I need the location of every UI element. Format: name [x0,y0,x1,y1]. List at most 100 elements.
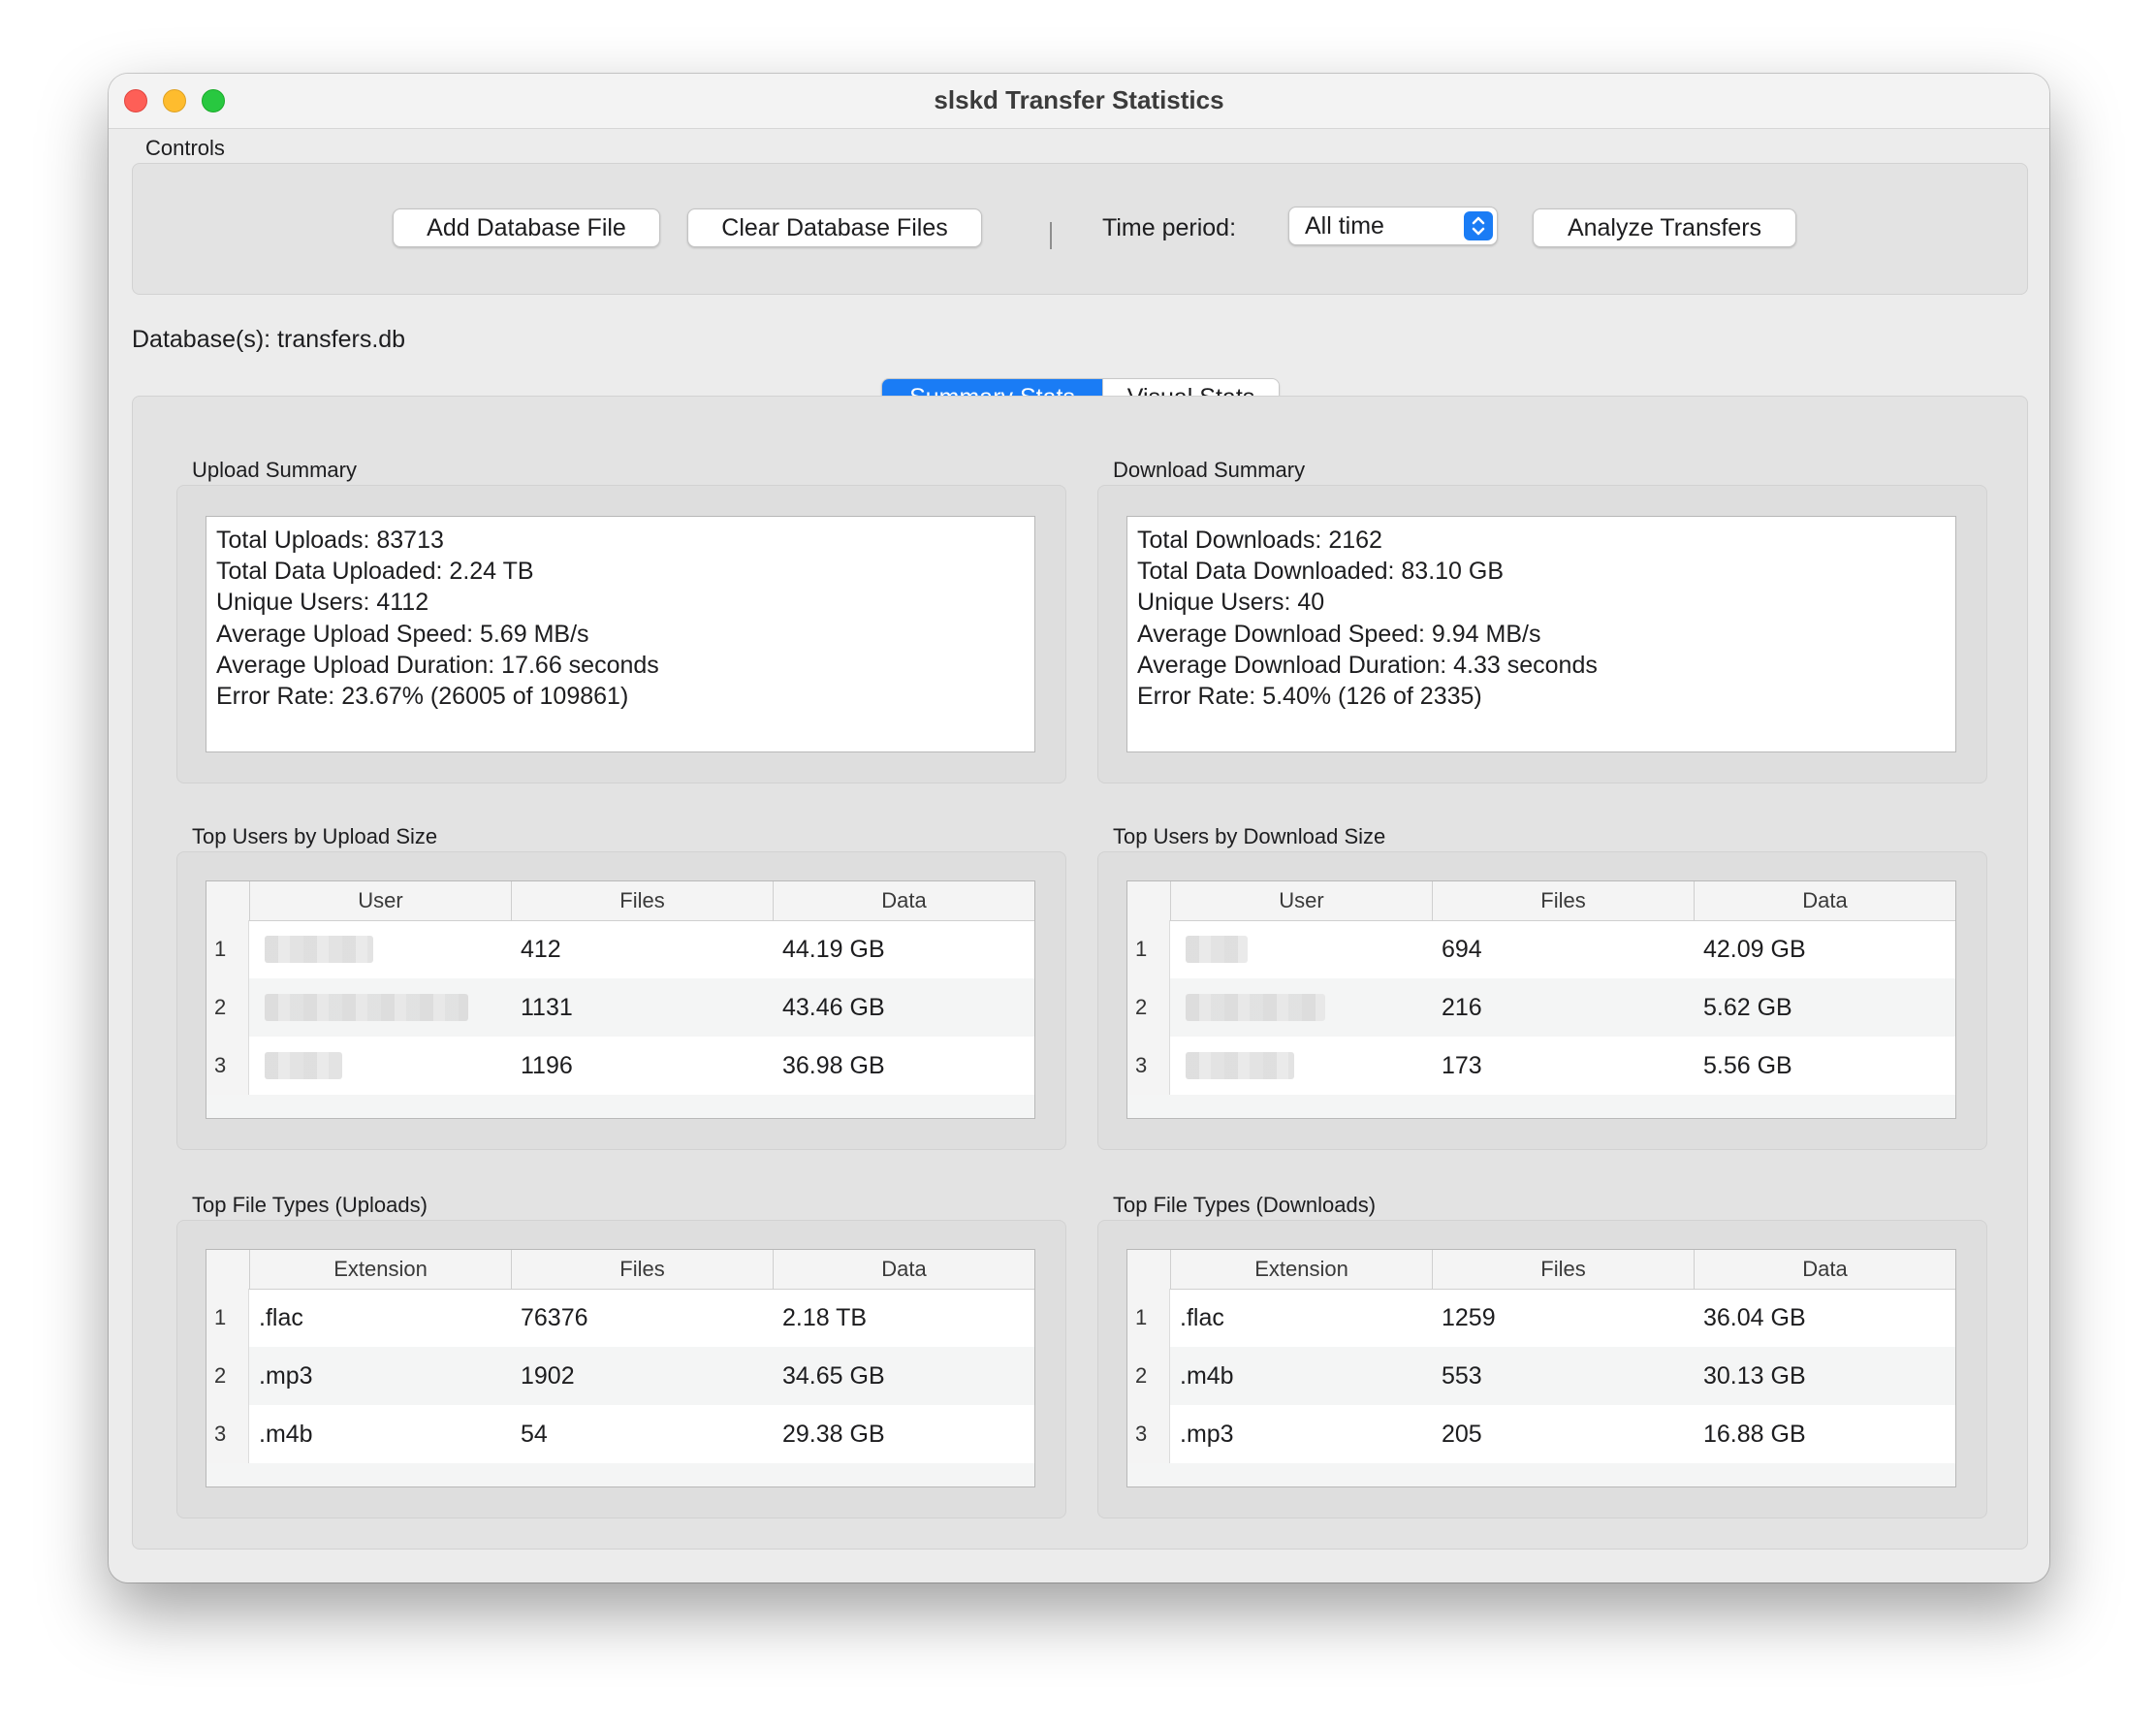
analyze-transfers-button[interactable]: Analyze Transfers [1533,208,1796,247]
top-users-download-table[interactable]: User Files Data 1 694 42.09 GB 2 216 5.6… [1126,880,1956,1119]
table-row[interactable]: 1 .flac 1259 36.04 GB [1127,1289,1955,1347]
row-number: 3 [206,1405,249,1463]
upload-stat-line: Average Upload Duration: 17.66 seconds [216,651,659,679]
redacted-username [1186,936,1248,963]
row-number: 2 [1127,978,1170,1037]
upload-stat-line: Total Uploads: 83713 [216,527,444,554]
table-row[interactable]: 2 .mp3 1902 34.65 GB [206,1347,1034,1405]
time-period-select[interactable]: All time [1288,207,1498,245]
column-header-extension[interactable]: Extension [249,1250,511,1289]
row-number: 1 [1127,1289,1170,1347]
database-files-label: Database(s): transfers.db [132,326,406,353]
cell-data: 36.98 GB [782,1051,885,1079]
table-row-partial[interactable] [206,1463,1034,1486]
table-row[interactable]: 3 .m4b 54 29.38 GB [206,1405,1034,1463]
row-number: 3 [1127,1405,1170,1463]
table-row[interactable]: 2 .m4b 553 30.13 GB [1127,1347,1955,1405]
table-row[interactable]: 3 173 5.56 GB [1127,1037,1955,1095]
cell-data: 36.04 GB [1703,1303,1806,1331]
upload-stat-line: Error Rate: 23.67% (26005 of 109861) [216,683,629,711]
row-number: 3 [206,1037,249,1095]
cell-data: 34.65 GB [782,1361,885,1390]
controls-group-label: Controls [145,136,225,160]
column-header-data[interactable]: Data [773,881,1034,920]
file-types-download-table[interactable]: Extension Files Data 1 .flac 1259 36.04 … [1126,1249,1956,1487]
column-header-files[interactable]: Files [511,1250,773,1289]
cell-files: 173 [1442,1051,1482,1079]
cell-files: 694 [1442,935,1482,963]
upload-stat-line: Average Upload Speed: 5.69 MB/s [216,620,589,648]
cell-files: 216 [1442,993,1482,1021]
column-header-files[interactable]: Files [511,881,773,920]
table-row[interactable]: 1 412 44.19 GB [206,920,1034,978]
time-period-label: Time period: [1102,214,1237,241]
upload-stat-line: Total Data Uploaded: 2.24 TB [216,558,534,586]
cell-data: 30.13 GB [1703,1361,1806,1390]
controls-group: Add Database File Clear Database Files T… [132,163,2028,295]
row-number: 3 [1127,1037,1170,1095]
cell-extension: .m4b [1180,1361,1234,1390]
table-row[interactable]: 1 .flac 76376 2.18 TB [206,1289,1034,1347]
table-header: User Files Data [206,881,1034,921]
upload-summary-text[interactable]: Total Uploads: 83713 Total Data Uploaded… [206,516,1035,752]
window-title: slskd Transfer Statistics [934,85,1224,114]
file-types-upload-label: Top File Types (Uploads) [192,1193,428,1217]
table-row[interactable]: 3 .mp3 205 16.88 GB [1127,1405,1955,1463]
column-header-files[interactable]: Files [1432,1250,1694,1289]
cell-files: 76376 [521,1303,588,1331]
cell-data: 42.09 GB [1703,935,1806,963]
column-header-data[interactable]: Data [1694,881,1955,920]
column-header-data[interactable]: Data [773,1250,1034,1289]
table-row[interactable]: 2 216 5.62 GB [1127,978,1955,1037]
column-header-user[interactable]: User [249,881,511,920]
upload-summary-label: Upload Summary [192,458,357,482]
cell-files: 1196 [521,1051,573,1079]
cell-files: 1902 [521,1361,575,1390]
title-bar: slskd Transfer Statistics [109,74,2049,129]
redacted-username [1186,1052,1294,1079]
cell-data: 5.56 GB [1703,1051,1792,1079]
cell-files: 205 [1442,1420,1482,1448]
table-row-partial[interactable] [1127,1463,1955,1486]
download-stat-line: Error Rate: 5.40% (126 of 2335) [1137,683,1482,711]
top-users-upload-table[interactable]: User Files Data 1 412 44.19 GB 2 1131 43… [206,880,1035,1119]
cell-extension: .flac [1180,1303,1224,1331]
file-types-upload-table[interactable]: Extension Files Data 1 .flac 76376 2.18 … [206,1249,1035,1487]
table-row[interactable]: 3 1196 36.98 GB [206,1037,1034,1095]
clear-database-files-button[interactable]: Clear Database Files [687,208,982,247]
chevron-up-down-icon [1464,211,1493,240]
table-row[interactable]: 2 1131 43.46 GB [206,978,1034,1037]
cell-files: 553 [1442,1361,1482,1390]
redacted-username [265,1052,342,1079]
download-stat-line: Total Data Downloaded: 83.10 GB [1137,558,1505,586]
add-database-file-button[interactable]: Add Database File [393,208,660,247]
app-window: slskd Transfer Statistics Controls Add D… [109,74,2049,1582]
redacted-username [1186,994,1325,1021]
top-users-upload-label: Top Users by Upload Size [192,824,438,848]
redacted-username [265,994,468,1021]
row-number: 1 [1127,920,1170,978]
table-row-partial[interactable] [1127,1095,1955,1118]
cell-files: 1131 [521,993,573,1021]
column-header-data[interactable]: Data [1694,1250,1955,1289]
upload-stat-line: Unique Users: 4112 [216,589,429,617]
column-header-extension[interactable]: Extension [1170,1250,1432,1289]
cell-files: 54 [521,1420,548,1448]
download-stat-line: Unique Users: 40 [1137,589,1325,617]
download-summary-label: Download Summary [1113,458,1306,482]
row-number: 1 [206,1289,249,1347]
cell-data: 43.46 GB [782,993,885,1021]
table-row-partial[interactable] [206,1095,1034,1118]
cell-files: 1259 [1442,1303,1496,1331]
column-header-files[interactable]: Files [1432,881,1694,920]
table-header: User Files Data [1127,881,1955,921]
column-header-user[interactable]: User [1170,881,1432,920]
download-summary-text[interactable]: Total Downloads: 2162 Total Data Downloa… [1126,516,1956,752]
row-number: 2 [206,978,249,1037]
table-row[interactable]: 1 694 42.09 GB [1127,920,1955,978]
cell-extension: .mp3 [1180,1420,1234,1448]
download-stat-line: Average Download Speed: 9.94 MB/s [1137,620,1541,648]
top-users-download-label: Top Users by Download Size [1113,824,1386,848]
table-header: Extension Files Data [206,1250,1034,1290]
row-number: 2 [206,1347,249,1405]
